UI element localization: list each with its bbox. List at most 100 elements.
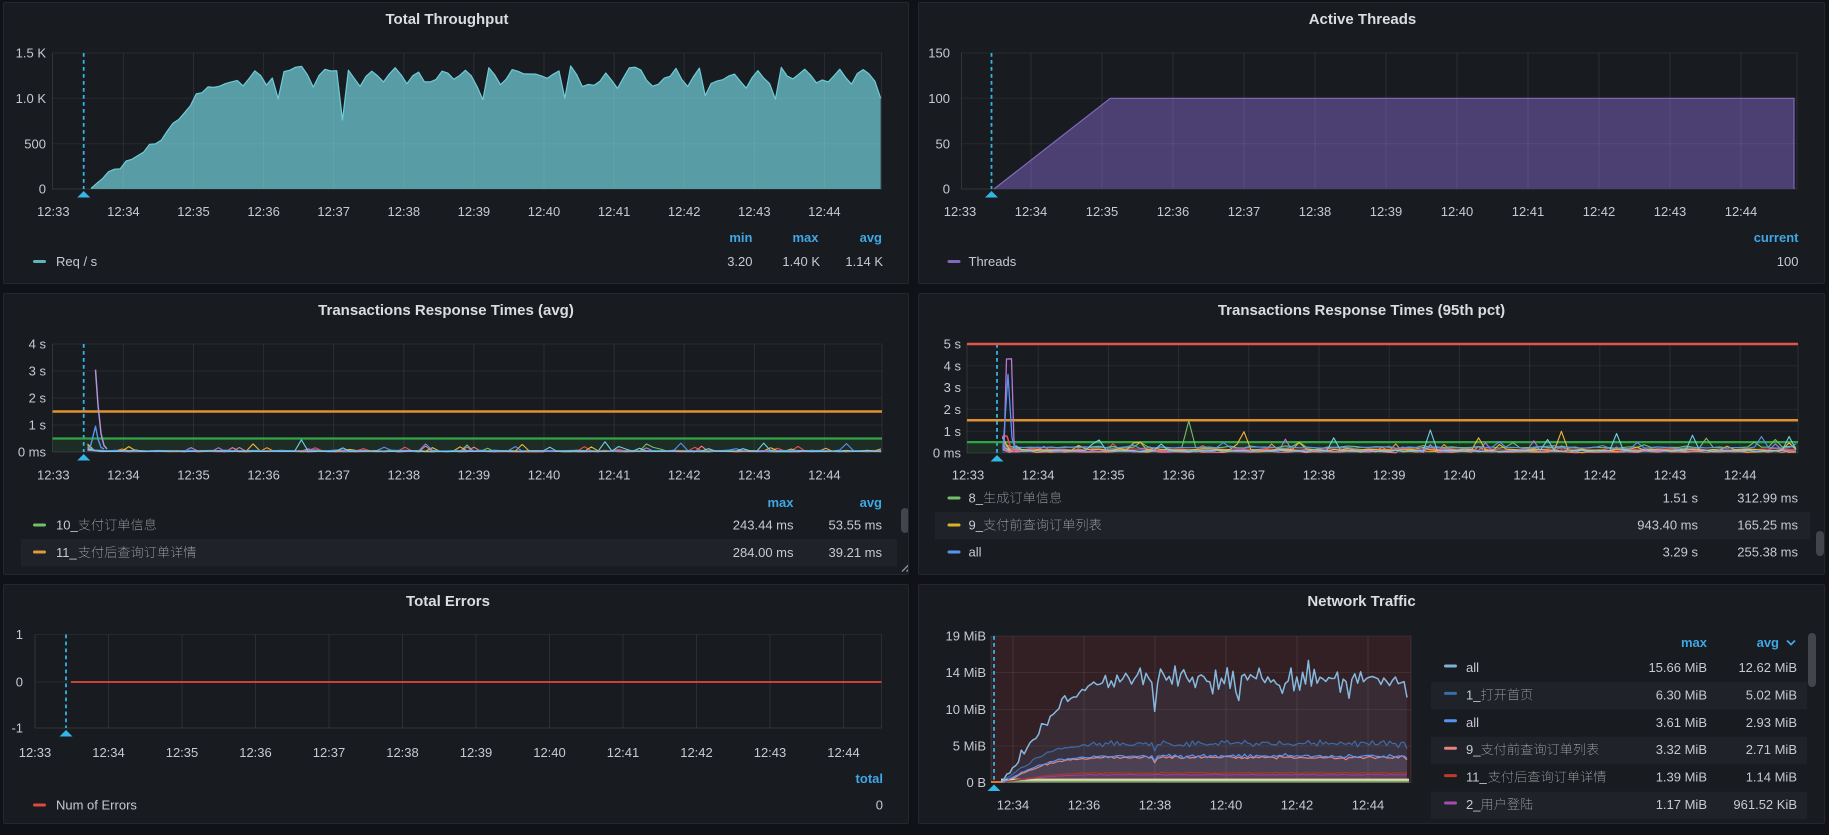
svg-text:12:33: 12:33	[952, 468, 985, 483]
svg-text:Transactions Response Times (9: Transactions Response Times (95th pct)	[1218, 302, 1505, 319]
svg-text:all: all	[1466, 660, 1479, 675]
svg-text:39.21 ms: 39.21 ms	[829, 545, 883, 560]
svg-text:12:44: 12:44	[808, 204, 841, 219]
svg-text:3 s: 3 s	[944, 380, 962, 395]
svg-text:3 s: 3 s	[29, 364, 47, 379]
svg-text:12:44: 12:44	[1352, 798, 1385, 813]
svg-text:1.14 MiB: 1.14 MiB	[1746, 770, 1797, 785]
svg-text:1.39 MiB: 1.39 MiB	[1656, 770, 1707, 785]
svg-text:150: 150	[928, 46, 950, 61]
svg-text:12:41: 12:41	[1512, 204, 1545, 219]
svg-text:12:36: 12:36	[1068, 798, 1101, 813]
svg-text:12:43: 12:43	[754, 745, 787, 760]
svg-text:12:42: 12:42	[668, 468, 701, 483]
svg-text:9_: 9_	[969, 518, 984, 533]
svg-text:12:39: 12:39	[458, 468, 491, 483]
svg-text:6.30 MiB: 6.30 MiB	[1656, 687, 1707, 702]
svg-text:12:37: 12:37	[317, 204, 350, 219]
svg-text:1.0 K: 1.0 K	[16, 91, 47, 106]
svg-text:12:40: 12:40	[1210, 798, 1243, 813]
svg-text:12.62 MiB: 12.62 MiB	[1738, 660, 1797, 675]
svg-text:12:40: 12:40	[1443, 468, 1476, 483]
svg-text:1.51 s: 1.51 s	[1663, 491, 1699, 506]
svg-text:12:42: 12:42	[1583, 204, 1616, 219]
svg-text:-1: -1	[11, 721, 23, 736]
svg-text:2_: 2_	[1466, 797, 1481, 812]
svg-text:12:35: 12:35	[177, 468, 210, 483]
svg-text:avg: avg	[860, 230, 882, 245]
svg-text:0: 0	[16, 675, 23, 690]
svg-text:1: 1	[16, 627, 23, 642]
svg-text:12:33: 12:33	[19, 745, 52, 760]
svg-text:2 s: 2 s	[944, 402, 962, 417]
svg-text:50: 50	[936, 136, 950, 151]
svg-text:Active Threads: Active Threads	[1309, 11, 1417, 28]
svg-text:243.44 ms: 243.44 ms	[733, 518, 794, 533]
svg-text:1_: 1_	[1466, 687, 1481, 702]
svg-text:10_: 10_	[56, 518, 78, 533]
svg-text:12:41: 12:41	[607, 745, 640, 760]
svg-text:3.20: 3.20	[727, 254, 752, 269]
svg-text:0: 0	[876, 798, 883, 813]
svg-text:12:38: 12:38	[1303, 468, 1336, 483]
svg-text:Total Throughput: Total Throughput	[385, 11, 508, 28]
svg-text:12:40: 12:40	[528, 204, 561, 219]
svg-text:12:34: 12:34	[1015, 204, 1048, 219]
svg-text:100: 100	[1777, 254, 1799, 269]
svg-text:12:36: 12:36	[247, 468, 280, 483]
svg-text:5.02 MiB: 5.02 MiB	[1746, 687, 1797, 702]
svg-text:961.52 KiB: 961.52 KiB	[1733, 797, 1797, 812]
svg-text:12:37: 12:37	[1228, 204, 1261, 219]
svg-text:1.17 MiB: 1.17 MiB	[1656, 797, 1707, 812]
svg-text:12:42: 12:42	[668, 204, 701, 219]
svg-text:12:34: 12:34	[92, 745, 125, 760]
svg-text:12:38: 12:38	[1139, 798, 1172, 813]
svg-text:4 s: 4 s	[29, 337, 47, 352]
svg-text:12:38: 12:38	[388, 204, 421, 219]
svg-text:12:40: 12:40	[528, 468, 561, 483]
svg-text:avg: avg	[1757, 635, 1779, 650]
svg-text:11_: 11_	[1466, 770, 1487, 785]
svg-text:12:40: 12:40	[1441, 204, 1474, 219]
svg-text:19 MiB: 19 MiB	[946, 629, 986, 644]
svg-text:0: 0	[39, 182, 46, 197]
svg-text:12:36: 12:36	[239, 745, 272, 760]
svg-text:12:34: 12:34	[1022, 468, 1055, 483]
svg-text:10 MiB: 10 MiB	[946, 702, 986, 717]
svg-text:12:39: 12:39	[1370, 204, 1403, 219]
svg-text:2.93 MiB: 2.93 MiB	[1746, 715, 1797, 730]
svg-text:12:35: 12:35	[1092, 468, 1125, 483]
svg-text:0 ms: 0 ms	[18, 445, 47, 460]
svg-text:Transactions Response Times (a: Transactions Response Times (avg)	[318, 302, 574, 319]
svg-text:8_: 8_	[969, 491, 984, 506]
svg-text:min: min	[729, 230, 752, 245]
svg-text:12:42: 12:42	[1584, 468, 1617, 483]
svg-text:12:37: 12:37	[317, 468, 350, 483]
svg-text:100: 100	[928, 91, 950, 106]
svg-text:12:35: 12:35	[166, 745, 199, 760]
svg-text:max: max	[767, 495, 794, 510]
svg-text:max: max	[792, 230, 819, 245]
svg-text:284.00 ms: 284.00 ms	[733, 545, 794, 560]
svg-text:12:43: 12:43	[1654, 468, 1687, 483]
svg-text:500: 500	[24, 136, 46, 151]
svg-text:current: current	[1754, 230, 1799, 245]
svg-text:Req / s: Req / s	[56, 254, 98, 269]
svg-text:12:33: 12:33	[944, 204, 977, 219]
svg-text:12:33: 12:33	[37, 204, 70, 219]
svg-text:5 s: 5 s	[944, 337, 962, 352]
svg-text:max: max	[1681, 635, 1708, 650]
svg-text:all: all	[1466, 715, 1479, 730]
svg-text:12:43: 12:43	[738, 468, 771, 483]
svg-text:Network Traffic: Network Traffic	[1307, 593, 1415, 610]
svg-text:165.25 ms: 165.25 ms	[1737, 518, 1798, 533]
svg-text:12:37: 12:37	[313, 745, 346, 760]
svg-text:1 s: 1 s	[29, 418, 47, 433]
svg-text:12:43: 12:43	[738, 204, 771, 219]
svg-text:12:38: 12:38	[388, 468, 421, 483]
svg-text:12:44: 12:44	[1724, 468, 1757, 483]
svg-text:3.32 MiB: 3.32 MiB	[1656, 742, 1707, 757]
svg-text:12:39: 12:39	[458, 204, 491, 219]
svg-text:12:42: 12:42	[680, 745, 713, 760]
svg-text:12:40: 12:40	[533, 745, 566, 760]
